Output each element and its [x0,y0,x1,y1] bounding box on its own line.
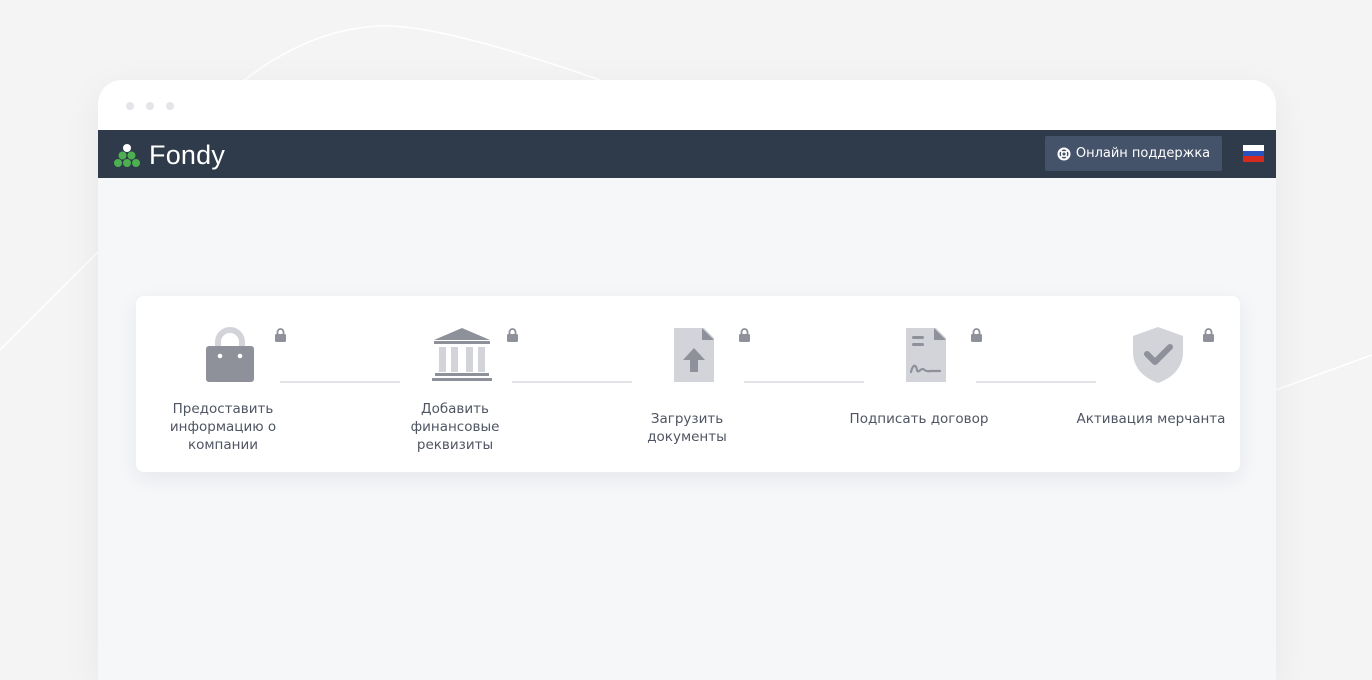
shopping-bag-icon [206,327,254,382]
window-dot [166,102,174,110]
lock-icon [1203,328,1214,342]
flag-ru-icon[interactable] [1243,145,1264,163]
main-content: Предоставить информацию о компании Добав… [98,178,1276,680]
lock-icon [507,328,518,342]
step-financial-details[interactable]: Добавить финансовые реквизиты [380,296,530,472]
onboarding-steps: Предоставить информацию о компании Добав… [136,296,1240,472]
step-label: Подписать договор [849,411,989,427]
fondy-logo-icon [114,143,140,167]
lock-icon [971,328,982,342]
logo[interactable]: Fondy [113,140,225,171]
step-label: Загрузить документы [647,411,727,445]
logo-text: Fondy [149,140,226,170]
step-company-info[interactable]: Предоставить информацию о компании [148,296,298,472]
signed-contract-icon [906,328,946,382]
lock-icon [275,328,286,342]
top-navigation-bar: Fondy Онлайн поддержка [98,130,1276,178]
window-dot [126,102,134,110]
step-upload-documents[interactable]: Загрузить документы [612,296,762,472]
online-support-button[interactable]: Онлайн поддержка [1045,136,1222,171]
step-label: Предоставить информацию о компании [169,401,277,453]
upload-document-icon [674,328,714,382]
step-merchant-activation[interactable]: Активация мерчанта [1076,296,1226,472]
window-dot [146,102,154,110]
lifebuoy-icon [1057,147,1071,160]
window-controls [126,102,174,110]
step-label: Добавить финансовые реквизиты [410,401,500,453]
browser-window: Fondy Онлайн поддержка Предоставить инфо… [98,80,1276,680]
bank-icon [432,328,492,381]
lock-icon [739,328,750,342]
step-label: Активация мерчанта [1076,411,1226,427]
step-sign-contract[interactable]: Подписать договор [844,296,994,472]
online-support-label: Онлайн поддержка [1075,146,1211,161]
shield-check-icon [1133,327,1183,383]
